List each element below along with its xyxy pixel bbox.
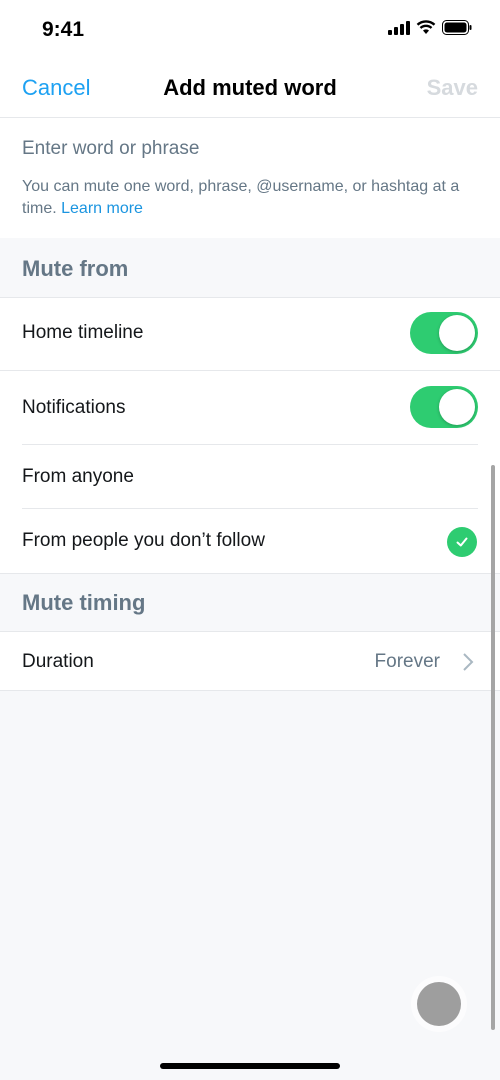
from-people-you-dont-follow-row[interactable]: From people you don’t follow [0, 509, 500, 574]
home-timeline-row[interactable]: Home timeline [0, 298, 500, 371]
from-people-you-dont-follow-label: From people you don’t follow [22, 530, 265, 551]
toggle-knob [439, 389, 475, 425]
toggle-knob [439, 315, 475, 351]
wifi-icon [416, 20, 436, 34]
assistive-touch-button[interactable] [417, 982, 461, 1026]
duration-label: Duration [22, 651, 94, 672]
duration-row[interactable]: Duration Forever [0, 632, 500, 691]
muted-word-input[interactable] [22, 134, 478, 164]
learn-more-link[interactable]: Learn more [61, 200, 143, 217]
divider [0, 690, 500, 691]
home-indicator[interactable] [160, 1063, 340, 1069]
from-anyone-row[interactable]: From anyone [0, 445, 500, 509]
notifications-label: Notifications [22, 397, 126, 418]
status-time: 9:41 [42, 18, 85, 41]
from-anyone-label: From anyone [22, 466, 134, 487]
navigation-bar: Cancel Add muted word Save [0, 60, 500, 118]
section-header-mute-from: Mute from [0, 238, 500, 298]
status-bar: 9:41 [0, 0, 500, 60]
notifications-row[interactable]: Notifications [0, 371, 500, 445]
battery-icon [442, 20, 472, 35]
checkmark-icon [447, 527, 477, 557]
section-title: Mute from [22, 256, 129, 281]
muted-word-input-section: You can mute one word, phrase, @username… [0, 118, 500, 238]
save-button[interactable]: Save [427, 75, 478, 101]
duration-value: Forever [374, 651, 440, 672]
notifications-toggle[interactable] [410, 386, 478, 428]
chevron-right-icon [463, 653, 474, 671]
scrollbar[interactable] [491, 465, 495, 1030]
section-header-mute-timing: Mute timing [0, 574, 500, 632]
signal-icon [388, 20, 410, 35]
home-timeline-toggle[interactable] [410, 312, 478, 354]
help-text: You can mute one word, phrase, @username… [22, 176, 482, 220]
page-title: Add muted word [163, 75, 337, 100]
status-icons [388, 20, 472, 35]
section-title: Mute timing [22, 590, 146, 615]
home-timeline-label: Home timeline [22, 322, 144, 343]
